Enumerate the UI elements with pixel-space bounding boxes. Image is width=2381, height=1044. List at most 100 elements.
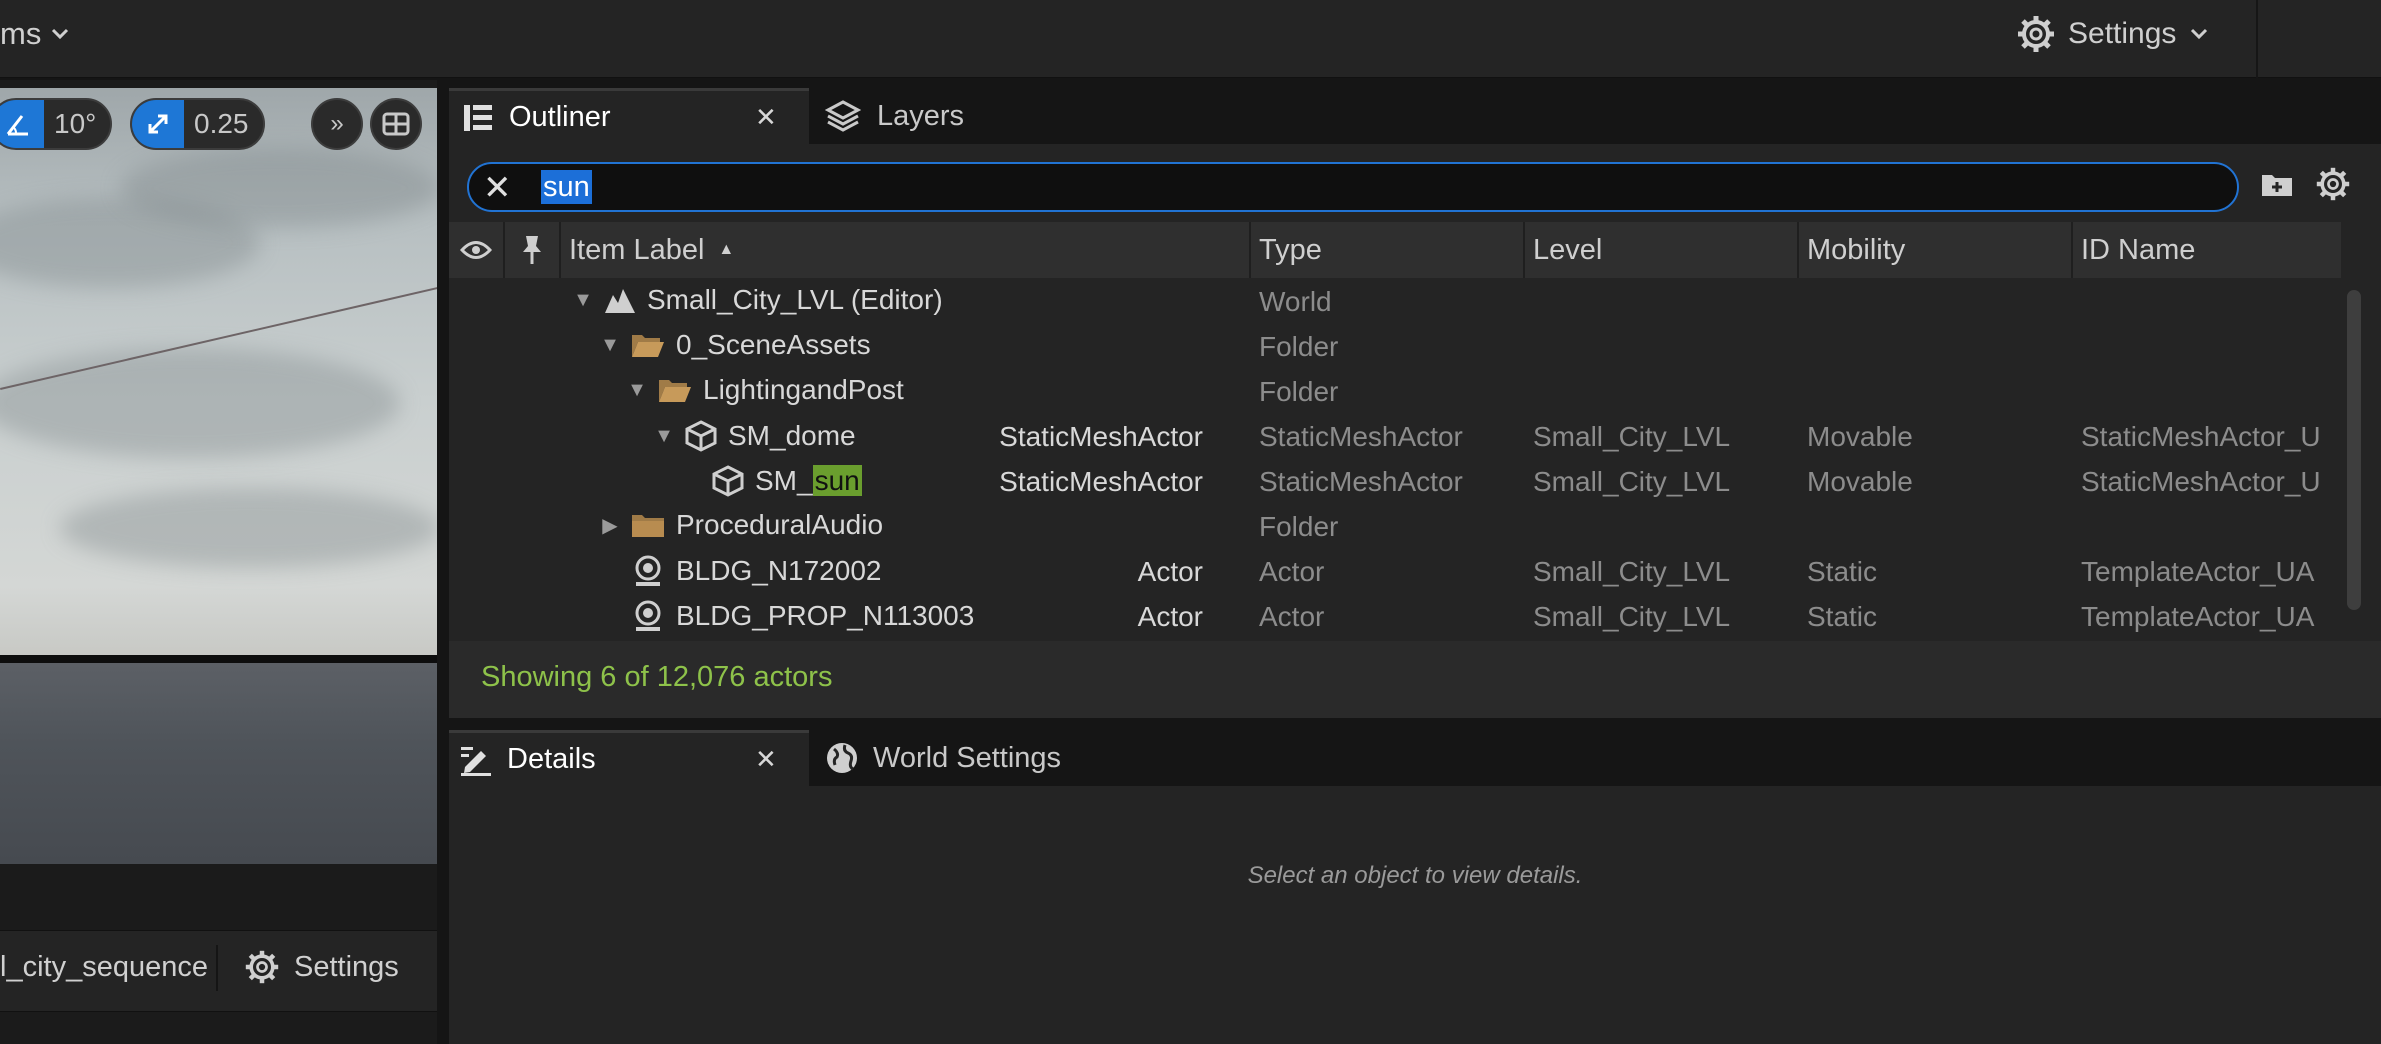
outliner-tree: ▼ Small_City_LVL (Editor) World ▼ 0_Scen… bbox=[449, 278, 2341, 638]
tab-details[interactable]: Details ✕ bbox=[449, 730, 809, 786]
collapse-arrow-icon[interactable]: ▶ bbox=[600, 513, 620, 538]
sequencer-toolbar: l_city_sequence Settings bbox=[0, 930, 437, 1012]
item-id-name: StaticMeshActor_U bbox=[2081, 466, 2321, 497]
item-label: ProceduralAudio bbox=[676, 509, 884, 540]
sequencer-settings-button[interactable]: Settings bbox=[244, 949, 399, 985]
tree-row-world[interactable]: ▼ Small_City_LVL (Editor) World bbox=[449, 278, 2341, 323]
scale-snap-value[interactable]: 0.25 bbox=[184, 108, 263, 140]
expand-arrow-icon[interactable]: ▼ bbox=[627, 379, 647, 402]
tree-row-actor[interactable]: BLDG_PROP_N113003 Actor Actor Small_City… bbox=[449, 593, 2341, 638]
layout-grid-icon[interactable] bbox=[370, 98, 422, 150]
outliner-icon bbox=[464, 104, 492, 131]
scale-snap-toggle[interactable]: 0.25 bbox=[130, 98, 265, 150]
toolbar-menu-dropdown[interactable]: ms bbox=[0, 16, 71, 52]
item-level: Small_City_LVL bbox=[1533, 601, 1731, 632]
viewport-horizon-band bbox=[0, 655, 437, 663]
outliner-body: ✕ sun Item Label ▲ Type Level Mobility I… bbox=[449, 144, 2381, 718]
viewport-render[interactable] bbox=[0, 88, 437, 940]
mobility-column-header[interactable]: Mobility bbox=[1799, 222, 2073, 278]
pin-icon bbox=[523, 236, 541, 264]
item-label-column-header[interactable]: Item Label ▲ bbox=[561, 222, 1251, 278]
tree-row-actor[interactable]: BLDG_N172002 Actor Actor Small_City_LVL … bbox=[449, 548, 2341, 593]
item-id-name: TemplateActor_UA bbox=[2081, 601, 2315, 632]
level-column-header[interactable]: Level bbox=[1525, 222, 1799, 278]
item-label: SM_dome bbox=[728, 420, 856, 451]
angle-snap-value[interactable]: 10° bbox=[44, 108, 110, 140]
details-pencil-icon bbox=[461, 746, 491, 776]
details-empty-message: Select an object to view details. bbox=[1247, 862, 1583, 889]
item-label: BLDG_N172002 bbox=[676, 555, 882, 586]
item-level: Small_City_LVL bbox=[1533, 421, 1731, 452]
expand-arrow-icon[interactable]: ▼ bbox=[573, 289, 593, 312]
world-icon bbox=[605, 289, 635, 313]
item-type: StaticMeshActor bbox=[1259, 466, 1463, 497]
toolbar-menu-label: ms bbox=[0, 16, 42, 51]
tab-layers[interactable]: Layers bbox=[825, 88, 1025, 144]
folder-open-icon bbox=[659, 380, 691, 402]
expand-arrow-icon[interactable]: ▼ bbox=[654, 425, 674, 448]
item-label: Small_City_LVL (Editor) bbox=[647, 284, 943, 315]
panel-splitter[interactable] bbox=[437, 80, 449, 1044]
tree-row-folder[interactable]: ▶ ProceduralAudio Folder bbox=[449, 503, 2341, 548]
outliner-search-tools bbox=[2259, 166, 2351, 202]
tree-row-folder[interactable]: ▼ 0_SceneAssets Folder bbox=[449, 323, 2341, 368]
gear-icon[interactable] bbox=[2315, 166, 2351, 202]
clear-search-icon[interactable]: ✕ bbox=[483, 170, 512, 206]
type-column-header[interactable]: Type bbox=[1251, 222, 1525, 278]
item-label: BLDG_PROP_N113003 bbox=[676, 600, 975, 631]
tab-outliner[interactable]: Outliner ✕ bbox=[449, 88, 809, 144]
settings-label: Settings bbox=[2068, 17, 2177, 50]
item-label-header-text: Item Label bbox=[569, 233, 705, 266]
eye-icon bbox=[460, 241, 492, 259]
item-label: LightingandPost bbox=[703, 374, 904, 405]
angle-snap-toggle[interactable]: 10° bbox=[0, 98, 113, 150]
viewport-ground bbox=[0, 663, 437, 864]
outliner-scrollbar[interactable] bbox=[2347, 290, 2361, 610]
tab-details-label: Details bbox=[507, 743, 596, 775]
item-label-prefix: SM_ bbox=[755, 465, 813, 496]
sequencer-settings-label: Settings bbox=[294, 950, 399, 983]
scale-snap-icon[interactable] bbox=[132, 100, 184, 148]
add-folder-icon[interactable] bbox=[2259, 166, 2295, 202]
id-name-column-header[interactable]: ID Name bbox=[2073, 222, 2341, 278]
outliner-panel: Outliner ✕ Layers ✕ sun Item Label ▲ Typ… bbox=[449, 80, 2381, 718]
pin-column-header[interactable] bbox=[505, 222, 561, 278]
angle-snap-icon[interactable] bbox=[0, 100, 44, 148]
toolbar-divider bbox=[2256, 0, 2258, 78]
viewport-sky bbox=[0, 88, 437, 655]
item-type: Actor bbox=[1259, 556, 1325, 587]
visibility-column-header[interactable] bbox=[449, 222, 505, 278]
item-mobility: Movable bbox=[1807, 421, 1913, 452]
folder-closed-icon bbox=[632, 515, 664, 537]
tab-outliner-label: Outliner bbox=[509, 101, 611, 133]
level-viewport[interactable]: 10° 0.25 » l_city_sequence Settings bbox=[0, 80, 437, 1044]
tree-row-actor[interactable]: ▼ SM_dome StaticMeshActor StaticMeshActo… bbox=[449, 413, 2341, 458]
close-icon[interactable]: ✕ bbox=[755, 744, 777, 775]
search-query-text[interactable]: sun bbox=[541, 170, 592, 204]
item-class: StaticMeshActor bbox=[999, 421, 1203, 452]
item-level: Small_City_LVL bbox=[1533, 466, 1731, 497]
mobility-header-text: Mobility bbox=[1807, 233, 1906, 266]
settings-dropdown[interactable]: Settings bbox=[2016, 12, 2210, 56]
outliner-search-input[interactable]: ✕ sun bbox=[467, 162, 2239, 212]
tab-layers-label: Layers bbox=[877, 99, 965, 132]
type-header-text: Type bbox=[1259, 233, 1322, 266]
tree-row-folder[interactable]: ▼ LightingandPost Folder bbox=[449, 368, 2341, 413]
more-options-icon[interactable]: » bbox=[311, 98, 363, 150]
actor-count-status: Showing 6 of 12,076 actors bbox=[481, 661, 833, 693]
close-icon[interactable]: ✕ bbox=[755, 102, 777, 133]
expand-arrow-icon[interactable]: ▼ bbox=[600, 334, 620, 357]
item-mobility: Static bbox=[1807, 601, 1878, 632]
tab-world-settings[interactable]: World Settings bbox=[825, 730, 1185, 786]
sequence-name[interactable]: l_city_sequence bbox=[0, 951, 216, 984]
item-id-name: StaticMeshActor_U bbox=[2081, 421, 2321, 452]
item-mobility: Static bbox=[1807, 556, 1878, 587]
item-class: Actor bbox=[1137, 601, 1203, 632]
search-match-highlight: sun bbox=[812, 465, 862, 496]
id-name-header-text: ID Name bbox=[2081, 233, 2196, 266]
item-type: StaticMeshActor bbox=[1259, 421, 1463, 452]
tree-row-actor[interactable]: SM_sun StaticMeshActor StaticMeshActor S… bbox=[449, 458, 2341, 503]
sequencer-divider bbox=[216, 945, 218, 991]
item-type: Folder bbox=[1259, 331, 1339, 362]
outliner-column-header: Item Label ▲ Type Level Mobility ID Name bbox=[449, 222, 2341, 278]
